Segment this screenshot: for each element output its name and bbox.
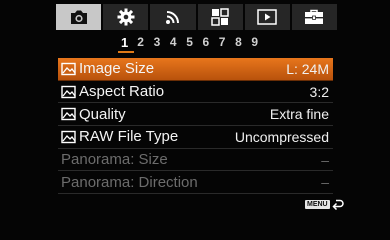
menu-item-value: Uncompressed (234, 128, 329, 145)
page-number[interactable]: 3 (154, 35, 170, 50)
menu-item-label: Aspect Ratio (79, 83, 165, 101)
tab-setup[interactable] (291, 4, 338, 30)
tab-custom[interactable] (197, 4, 243, 30)
menu-item-value: – (321, 151, 329, 168)
tab-bar (56, 4, 338, 30)
menu-item-value: Extra fine (269, 106, 329, 123)
tab-shooting[interactable] (56, 4, 102, 30)
page-indicator: 1 2 3 4 5 6 7 8 9 (121, 35, 268, 50)
menu-item-label: RAW File Type (79, 128, 179, 146)
image-icon (61, 108, 76, 121)
tab-network[interactable] (150, 4, 196, 30)
menu-item-value: 3:2 (309, 83, 329, 100)
menu-button-chip: MENU (305, 200, 330, 209)
active-page-underline (118, 51, 134, 53)
image-icon (61, 62, 76, 76)
return-arrow-icon (332, 199, 344, 210)
page-number[interactable]: 2 (137, 35, 153, 50)
page-number[interactable]: 6 (202, 35, 218, 50)
tab-playback[interactable] (244, 4, 290, 30)
menu-item-value: – (321, 174, 329, 191)
page-number[interactable]: 9 (251, 35, 267, 50)
wireless-icon (165, 11, 179, 24)
camera-icon (70, 10, 87, 24)
menu-item-panorama-size[interactable]: Panorama: Size – (58, 149, 333, 172)
tab-settings[interactable] (103, 4, 149, 30)
menu-item-image-size[interactable]: Image Size L: 24M (58, 58, 333, 81)
play-icon (257, 9, 278, 25)
image-icon (61, 130, 76, 144)
menu-item-value: L: 24M (286, 60, 329, 77)
gear-icon (117, 8, 135, 26)
menu-item-quality[interactable]: Quality Extra fine (58, 103, 333, 127)
page-number[interactable]: 4 (170, 35, 186, 50)
menu-item-label: Image Size (79, 60, 155, 78)
menu-item-raw-file-type[interactable]: RAW File Type Uncompressed (58, 126, 333, 149)
image-icon (61, 85, 76, 98)
custom-grid-icon (211, 8, 229, 26)
toolbox-icon (305, 9, 324, 24)
page-number[interactable]: 1 (121, 35, 137, 50)
menu-item-label: Quality (79, 105, 126, 123)
menu-item-panorama-direction[interactable]: Panorama: Direction – (58, 171, 333, 195)
menu-item-label: Panorama: Direction (61, 173, 198, 191)
menu-item-aspect-ratio[interactable]: Aspect Ratio 3:2 (58, 81, 333, 104)
back-hint[interactable]: MENU (305, 199, 344, 210)
page-number[interactable]: 7 (219, 35, 235, 50)
page-number[interactable]: 8 (235, 35, 251, 50)
menu-list: Image Size L: 24M Aspect Ratio 3:2 Quali… (58, 58, 333, 195)
page-number[interactable]: 5 (186, 35, 202, 50)
menu-item-label: Panorama: Size (61, 151, 168, 169)
